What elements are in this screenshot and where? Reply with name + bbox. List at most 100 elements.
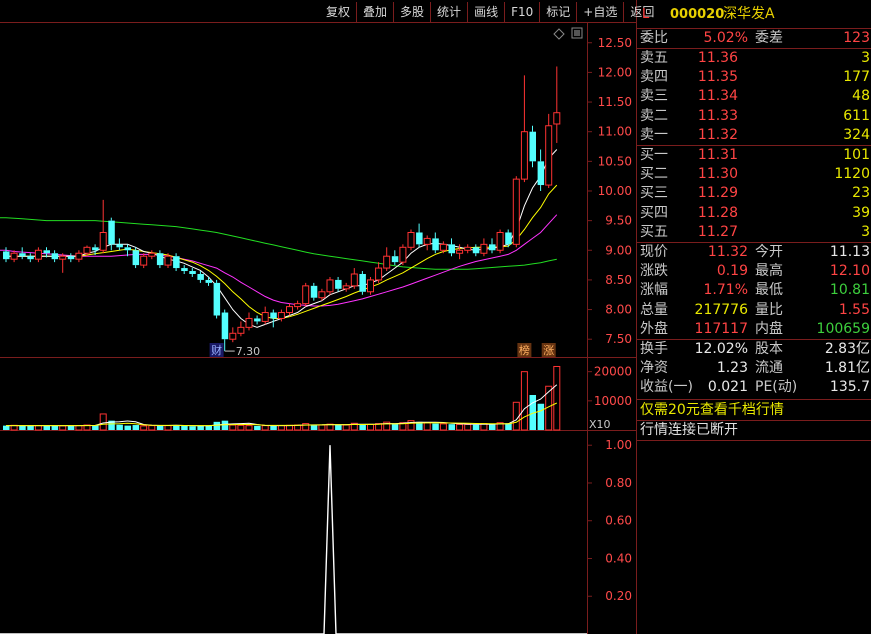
volume-bar [464, 423, 472, 431]
candle-body [310, 285, 318, 298]
bid-price: 11.29 [697, 185, 738, 202]
candle-body [92, 247, 99, 251]
quote-stat-row: 外盘 117117 内盘 100659 [637, 320, 871, 339]
candle-body [67, 256, 75, 260]
bid-volume: 39 [852, 204, 870, 221]
ask-level-row: 卖五 11.36 3 [637, 49, 871, 68]
volume-bar [75, 425, 83, 431]
promo-text: 仅需20元查看千档行情 [640, 402, 784, 418]
volume-bar [59, 425, 67, 431]
price-tick-label: 10.50 [598, 154, 632, 168]
overlay-button[interactable]: 叠加 [356, 2, 393, 22]
volume-bar [148, 425, 156, 431]
ask-level-label: 卖一 [640, 126, 668, 143]
fundamental-value: 1.23 [716, 360, 748, 377]
candle-body [335, 279, 342, 289]
candle [359, 271, 366, 295]
volume-bar [237, 424, 245, 431]
quote-label: 涨幅 [640, 282, 668, 299]
candle [302, 282, 310, 307]
candle-body [512, 178, 520, 245]
candle-body [75, 252, 83, 260]
fundamental-row: 换手 12.02% 股本 2.83亿 [637, 340, 871, 359]
candle-body [132, 250, 140, 266]
candle-body [108, 220, 115, 245]
ask-level-row: 卖四 11.35 177 [637, 68, 871, 87]
multi-stock-button[interactable]: 多股 [393, 2, 430, 22]
wei-cha-label: 委差 [755, 30, 783, 46]
volume-bar [34, 425, 42, 431]
volume-bar [124, 425, 131, 430]
volume-bar [51, 425, 59, 430]
volume-bar [472, 424, 480, 430]
quote-value: 0.19 [716, 263, 748, 280]
volume-bar [391, 423, 399, 430]
candle [512, 176, 520, 248]
quote-value: 117117 [694, 320, 748, 337]
quote-label: 外盘 [640, 320, 668, 337]
candle [326, 276, 334, 295]
candle-body [181, 268, 188, 272]
quote-label: 最高 [755, 263, 783, 280]
draw-line-button[interactable]: 画线 [467, 2, 504, 22]
candle-body [326, 279, 334, 293]
candle-body [124, 247, 131, 251]
indicator-tick-label: 0.80 [605, 476, 632, 490]
mark-button[interactable]: 标记 [539, 2, 576, 22]
bid-level-label: 买四 [640, 204, 668, 221]
volume-bar [335, 424, 342, 430]
candle-body [545, 125, 553, 186]
fundamental-label: PE(动) [755, 379, 798, 396]
bid-level-row: 买五 11.27 3 [637, 223, 871, 242]
wei-cha-value: 123 [843, 30, 870, 46]
candle-body [375, 267, 383, 281]
bid-volume: 23 [852, 185, 870, 202]
ask-level-label: 卖五 [640, 50, 668, 66]
volume-bar [254, 425, 261, 430]
divider [637, 339, 871, 340]
candle-body [164, 255, 172, 266]
promo-link[interactable]: 仅需20元查看千档行情 [637, 401, 871, 420]
quote-label: 今开 [755, 244, 783, 260]
price-tick-label: 11.00 [598, 125, 632, 139]
bid-level-row: 买三 11.29 23 [637, 184, 871, 203]
quote-panel: L 000020 深华发A 委比 5.02% 委差 123 卖五 11.36 3 卖四… [637, 0, 871, 634]
quote-value: 12.10 [829, 263, 870, 280]
quote-value: 1.55 [838, 301, 870, 318]
divider [637, 28, 871, 29]
wei-bi-value: 5.02% [703, 30, 748, 46]
bid-level-label: 买五 [640, 223, 668, 240]
ask-level-label: 卖四 [640, 69, 668, 86]
candle-body [456, 249, 464, 254]
candle [496, 229, 504, 254]
candle-body [423, 237, 431, 245]
price-tick-label: 8.50 [605, 273, 632, 287]
quote-value: 100659 [816, 320, 870, 337]
f10-button[interactable]: F10 [504, 2, 539, 22]
fundamental-value: 12.02% [694, 341, 748, 357]
fundamental-label: 股本 [755, 341, 783, 357]
candle-body [480, 243, 488, 254]
quote-label: 内盘 [755, 320, 783, 337]
toolbar: 复权 叠加 多股 统计 画线 F10 标记 +自选 返回 [320, 2, 660, 22]
candle-body [83, 246, 91, 254]
stock-marker: L [642, 7, 650, 22]
volume-bar [140, 425, 148, 431]
divider [637, 399, 871, 400]
volume-bar [359, 424, 366, 430]
price-tick-label: 9.00 [605, 243, 632, 257]
quote-value: 217776 [694, 301, 748, 318]
add-watchlist-button[interactable]: +自选 [576, 2, 623, 22]
volume-bar [318, 424, 326, 431]
volume-bar [3, 425, 10, 430]
quote-stat-row: 现价 11.32 今开 11.13 [637, 243, 871, 262]
divider [637, 440, 871, 441]
fundamental-row: 收益(一) 0.021 PE(动) 135.7 [637, 378, 871, 397]
stock-code: 000020 [670, 7, 725, 22]
stock-name: 深华发A [723, 6, 775, 22]
candle-body [140, 255, 148, 266]
statistics-button[interactable]: 统计 [430, 2, 467, 22]
ask-price: 11.32 [697, 126, 738, 143]
restore-rights-button[interactable]: 复权 [320, 2, 356, 22]
candle-body [43, 250, 50, 254]
